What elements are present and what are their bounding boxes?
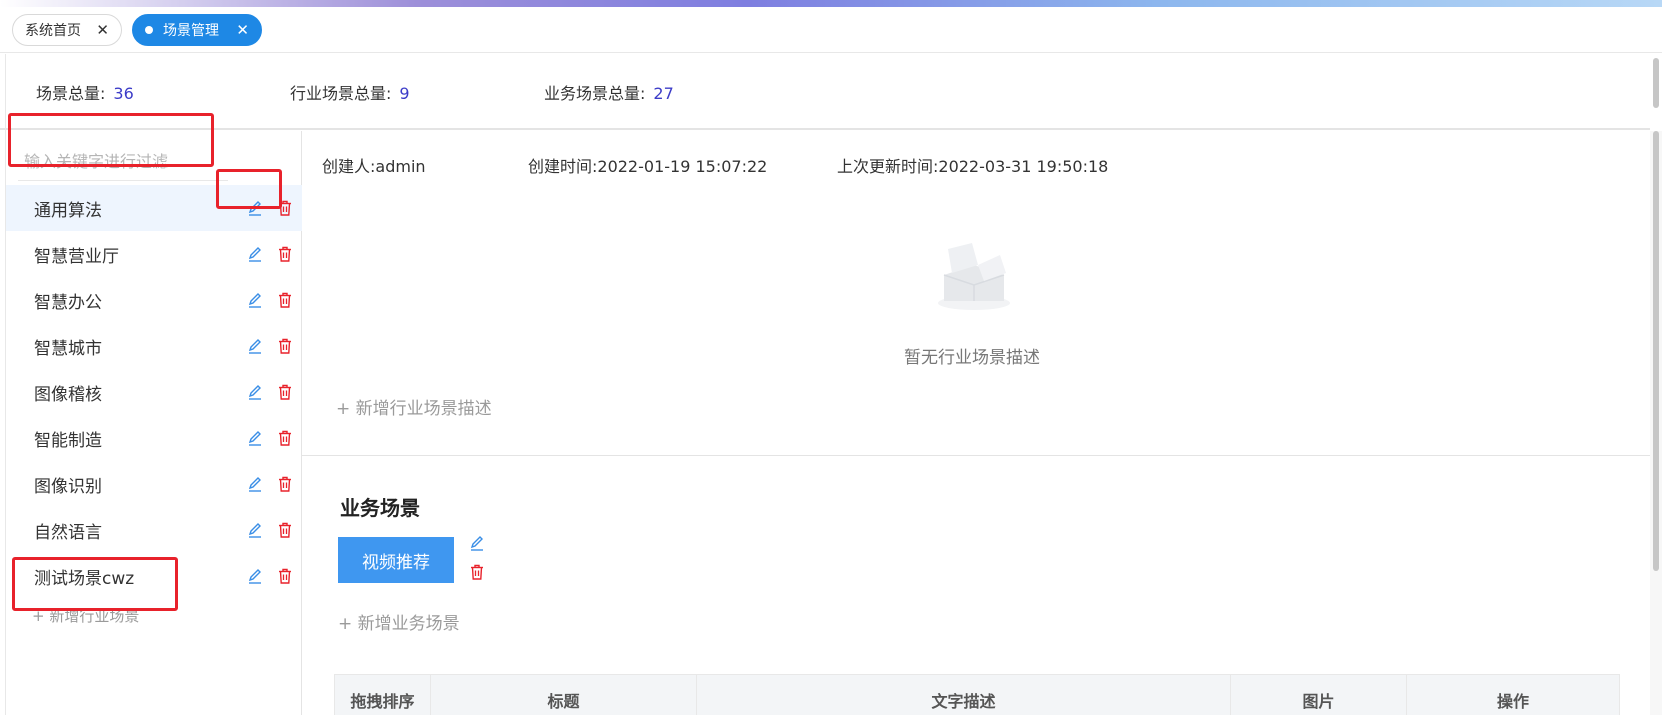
add-business-scene-button[interactable]: + 新增业务场景 bbox=[338, 609, 460, 634]
delete-icon[interactable] bbox=[276, 383, 294, 401]
empty-box-icon bbox=[938, 243, 1010, 310]
scene-item-label: 图像识别 bbox=[34, 476, 102, 497]
edit-icon[interactable] bbox=[246, 291, 264, 309]
stats-scrollbar[interactable] bbox=[1650, 54, 1662, 130]
scene-list-item[interactable]: 图像稽核 bbox=[6, 369, 302, 415]
scene-item-actions bbox=[246, 369, 294, 415]
scene-item-actions bbox=[246, 323, 294, 369]
stat-business: 业务场景总量: 27 bbox=[544, 80, 674, 104]
edit-icon[interactable] bbox=[246, 245, 264, 263]
stat-industry-label: 行业场景总量: bbox=[290, 84, 392, 103]
scene-item-actions bbox=[246, 231, 294, 277]
stat-business-label: 业务场景总量: bbox=[544, 84, 646, 103]
delete-icon[interactable] bbox=[276, 291, 294, 309]
main-scrollbar[interactable] bbox=[1650, 131, 1662, 715]
add-industry-description-button[interactable]: + 新增行业场景描述 bbox=[336, 394, 492, 419]
tab-home[interactable]: 系统首页 ✕ bbox=[12, 14, 122, 46]
stat-total: 场景总量: 36 bbox=[36, 80, 134, 104]
edit-icon[interactable] bbox=[246, 475, 264, 493]
scene-list: 通用算法智慧营业厅智慧办公智慧城市图像稽核智能制造图像识别自然语言测试场景cwz bbox=[6, 185, 302, 599]
column-header-sort: 拖拽排序 bbox=[335, 675, 431, 715]
scene-item-label: 智慧营业厅 bbox=[34, 246, 119, 267]
scene-item-label: 自然语言 bbox=[34, 522, 102, 543]
edit-icon[interactable] bbox=[468, 534, 486, 552]
creator-text: 创建人:admin bbox=[322, 157, 426, 176]
scene-list-item[interactable]: 智慧办公 bbox=[6, 277, 302, 323]
edit-icon[interactable] bbox=[246, 567, 264, 585]
column-header-image: 图片 bbox=[1231, 675, 1407, 715]
scene-item-actions bbox=[246, 553, 294, 599]
close-icon[interactable]: ✕ bbox=[96, 22, 109, 38]
tab-scene-management[interactable]: 场景管理 ✕ bbox=[132, 14, 262, 46]
edit-icon[interactable] bbox=[246, 521, 264, 539]
scene-sidebar: 通用算法智慧营业厅智慧办公智慧城市图像稽核智能制造图像识别自然语言测试场景cwz… bbox=[6, 113, 302, 715]
scene-list-item[interactable]: 自然语言 bbox=[6, 507, 302, 553]
window-top-bar bbox=[0, 0, 1662, 7]
scene-list-item[interactable]: 测试场景cwz bbox=[6, 553, 302, 599]
filter-input[interactable] bbox=[18, 143, 228, 181]
updated-time-text: 上次更新时间:2022-03-31 19:50:18 bbox=[837, 157, 1109, 176]
edit-icon[interactable] bbox=[246, 337, 264, 355]
scene-item-label: 测试场景cwz bbox=[34, 568, 135, 589]
stat-total-value: 36 bbox=[113, 84, 134, 103]
scene-item-label: 智慧办公 bbox=[34, 292, 102, 313]
tab-bar: 系统首页 ✕ 场景管理 ✕ bbox=[0, 7, 1662, 53]
scene-list-item[interactable]: 通用算法 bbox=[6, 185, 302, 231]
column-header-actions: 操作 bbox=[1496, 692, 1529, 711]
scene-detail: 创建人:admin 创建时间:2022-01-19 15:07:22 上次更新时… bbox=[302, 131, 1650, 715]
business-scene-button[interactable]: 视频推荐 bbox=[338, 537, 454, 583]
delete-icon[interactable] bbox=[276, 475, 294, 493]
column-header-title: 标题 bbox=[431, 675, 697, 715]
scrollbar-thumb[interactable] bbox=[1653, 131, 1659, 571]
stat-business-value: 27 bbox=[653, 84, 674, 103]
scene-list-item[interactable]: 图像识别 bbox=[6, 461, 302, 507]
business-section-title: 业务场景 bbox=[340, 496, 420, 520]
add-industry-scene-button[interactable]: + 新增行业场景 bbox=[32, 605, 139, 626]
edit-icon[interactable] bbox=[246, 429, 264, 447]
divider bbox=[302, 455, 1650, 456]
scene-item-label: 智能制造 bbox=[34, 430, 102, 451]
delete-icon[interactable] bbox=[276, 337, 294, 355]
scene-item-label: 智慧城市 bbox=[34, 338, 102, 359]
scrollbar-thumb[interactable] bbox=[1653, 58, 1659, 108]
column-header-description: 文字描述 bbox=[697, 675, 1231, 715]
created-time-text: 创建时间:2022-01-19 15:07:22 bbox=[528, 157, 768, 176]
delete-icon[interactable] bbox=[468, 563, 486, 581]
delete-icon[interactable] bbox=[276, 429, 294, 447]
stat-industry-value: 9 bbox=[399, 84, 410, 103]
scene-item-actions bbox=[246, 415, 294, 461]
business-table-header: 拖拽排序 标题 文字描述 图片 操作 bbox=[334, 674, 1620, 715]
stat-total-label: 场景总量: bbox=[36, 84, 106, 103]
edit-icon[interactable] bbox=[246, 199, 264, 217]
stat-industry: 行业场景总量: 9 bbox=[290, 80, 410, 104]
close-icon[interactable]: ✕ bbox=[236, 22, 249, 38]
scene-item-actions bbox=[246, 277, 294, 323]
scene-list-item[interactable]: 智慧营业厅 bbox=[6, 231, 302, 277]
scene-item-actions bbox=[246, 185, 294, 231]
edit-icon[interactable] bbox=[246, 383, 264, 401]
stats-bar: 场景总量: 36 行业场景总量: 9 业务场景总量: 27 bbox=[0, 54, 1650, 130]
scene-item-label: 通用算法 bbox=[34, 200, 102, 221]
tab-scene-management-label: 场景管理 bbox=[163, 23, 219, 39]
scene-item-label: 图像稽核 bbox=[34, 384, 102, 405]
active-dot-icon bbox=[145, 26, 153, 34]
tab-home-label: 系统首页 bbox=[25, 23, 81, 39]
scene-item-actions bbox=[246, 507, 294, 553]
empty-description-text: 暂无行业场景描述 bbox=[904, 348, 1040, 368]
scene-list-item[interactable]: 智能制造 bbox=[6, 415, 302, 461]
delete-icon[interactable] bbox=[276, 567, 294, 585]
delete-icon[interactable] bbox=[276, 199, 294, 217]
delete-icon[interactable] bbox=[276, 245, 294, 263]
scene-list-item[interactable]: 智慧城市 bbox=[6, 323, 302, 369]
scene-item-actions bbox=[246, 461, 294, 507]
delete-icon[interactable] bbox=[276, 521, 294, 539]
